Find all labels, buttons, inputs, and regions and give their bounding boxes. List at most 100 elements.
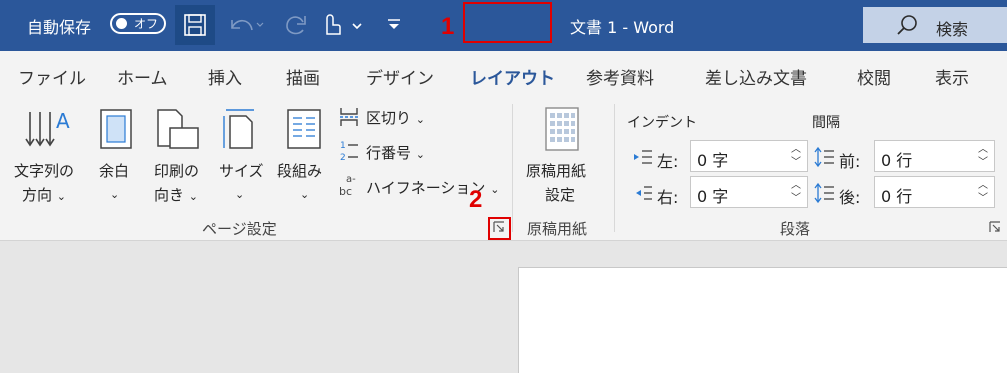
orientation-icon xyxy=(157,109,199,149)
text-direction-button[interactable]: A 文字列の 方向 ⌄ xyxy=(10,104,88,208)
orientation-button[interactable]: 印刷の 向き ⌄ xyxy=(150,104,212,208)
callout-number-1: 1 xyxy=(441,13,455,40)
group-label-genko: 原稿用紙 xyxy=(527,220,588,238)
search-icon xyxy=(897,15,917,35)
tab-layout[interactable]: レイアウト xyxy=(470,64,555,89)
spin-up-icon[interactable]: ︿ xyxy=(978,181,988,191)
group-separator xyxy=(512,104,513,232)
paragraph-dialog-launcher[interactable] xyxy=(988,220,1002,234)
touch-mode-button[interactable] xyxy=(318,8,362,42)
chevron-down-icon: ⌄ xyxy=(415,148,426,161)
tab-draw[interactable]: 描画 xyxy=(286,64,320,89)
margins-button[interactable]: 余白 ⌄ xyxy=(94,104,140,208)
svg-text:a-: a- xyxy=(346,174,356,185)
genko-settings-button[interactable]: 原稿用紙 設定 xyxy=(520,102,604,206)
spin-up-icon[interactable]: ︿ xyxy=(978,145,988,155)
spin-up-icon[interactable]: ︿ xyxy=(791,181,801,191)
highlight-box-layout-tab xyxy=(463,2,552,43)
svg-text:1: 1 xyxy=(340,141,346,151)
breaks-label: 区切り ⌄ xyxy=(366,109,426,127)
indent-left-spinner[interactable]: 0 字 ︿ ﹀ xyxy=(690,140,808,172)
spacing-after-value: 0 行 xyxy=(881,187,913,206)
tab-file[interactable]: ファイル xyxy=(18,64,86,89)
tab-home[interactable]: ホーム xyxy=(117,64,168,89)
chevron-down-icon: ⌄ xyxy=(235,188,245,201)
indent-header: インデント xyxy=(627,115,697,131)
indent-left-value: 0 字 xyxy=(697,151,729,170)
hyphenation-icon: a- bc xyxy=(339,174,356,198)
svg-text:bc: bc xyxy=(339,185,352,198)
text-direction-icon: A xyxy=(25,109,70,147)
spin-down-icon[interactable]: ﹀ xyxy=(791,194,801,204)
spacing-after-spinner[interactable]: 0 行 ︿ ﹀ xyxy=(874,176,995,208)
search-box[interactable]: 検索 xyxy=(863,7,1007,43)
orientation-label-2: 向き ⌄ xyxy=(154,186,199,204)
customize-icon xyxy=(388,19,400,29)
tab-design[interactable]: デザイン xyxy=(366,64,434,89)
spacing-before-icon xyxy=(814,146,834,168)
customize-qat-button[interactable] xyxy=(382,8,416,42)
document-area xyxy=(0,241,1007,373)
manuscript-paper-icon xyxy=(545,107,579,151)
undo-button[interactable] xyxy=(224,8,264,42)
chevron-down-icon: ⌄ xyxy=(415,113,426,126)
size-label: サイズ xyxy=(219,162,264,180)
line-numbers-label: 行番号 ⌄ xyxy=(366,144,426,162)
margins-icon xyxy=(100,109,132,149)
genko-settings-label-2: 設定 xyxy=(545,186,576,204)
svg-text:2: 2 xyxy=(340,153,346,162)
chevron-down-icon: ⌄ xyxy=(110,188,120,201)
indent-right-icon xyxy=(636,186,652,200)
columns-icon xyxy=(287,109,321,149)
dialog-launcher-icon xyxy=(989,221,1000,232)
highlight-box-page-setup-launcher xyxy=(488,217,511,240)
group-label-paragraph: 段落 xyxy=(780,220,811,238)
touch-icon xyxy=(326,14,362,35)
save-button[interactable] xyxy=(175,5,215,45)
line-numbers-icon: 1 2 xyxy=(340,141,358,162)
chevron-down-icon: ⌄ xyxy=(56,190,67,203)
svg-text:A: A xyxy=(56,109,70,133)
indent-right-value: 0 字 xyxy=(697,187,729,206)
redo-button[interactable] xyxy=(281,8,315,42)
breaks-icon xyxy=(340,108,358,126)
toggle-knob xyxy=(116,18,127,29)
text-direction-label-2: 方向 ⌄ xyxy=(22,186,67,204)
spin-up-icon[interactable]: ︿ xyxy=(791,145,801,155)
ribbon-tab-bar: ファイル ホーム 挿入 描画 デザイン レイアウト 参考資料 差し込み文書 校閲… xyxy=(0,51,1007,98)
indent-right-spinner[interactable]: 0 字 ︿ ﹀ xyxy=(690,176,808,208)
indent-left-label: 左: xyxy=(657,152,679,171)
autosave-toggle[interactable]: オフ xyxy=(110,13,166,34)
redo-icon xyxy=(286,16,306,35)
tab-mailings[interactable]: 差し込み文書 xyxy=(705,64,807,89)
columns-button[interactable]: 段組み ⌄ xyxy=(274,104,332,208)
text-direction-label-1: 文字列の xyxy=(14,162,75,180)
spacing-before-spinner[interactable]: 0 行 ︿ ﹀ xyxy=(874,140,995,172)
line-numbers-button[interactable]: 1 2 行番号 ⌄ xyxy=(338,138,448,164)
spacing-after-label: 後: xyxy=(839,188,861,207)
size-icon xyxy=(223,109,254,149)
group-label-page-setup: ページ設定 xyxy=(202,220,277,238)
indent-left-icon xyxy=(634,150,652,164)
document-page[interactable] xyxy=(518,267,1007,373)
chevron-down-icon: ⌄ xyxy=(188,190,199,203)
spin-down-icon[interactable]: ﹀ xyxy=(791,158,801,168)
breaks-button[interactable]: 区切り ⌄ xyxy=(338,104,448,130)
callout-number-2: 2 xyxy=(469,186,483,213)
tab-view[interactable]: 表示 xyxy=(935,64,969,89)
tab-insert[interactable]: 挿入 xyxy=(208,64,242,89)
spacing-header: 間隔 xyxy=(812,115,840,131)
size-button[interactable]: サイズ ⌄ xyxy=(216,104,268,208)
spin-down-icon[interactable]: ﹀ xyxy=(978,194,988,204)
orientation-label-1: 印刷の xyxy=(154,162,200,180)
spin-down-icon[interactable]: ﹀ xyxy=(978,158,988,168)
undo-icon xyxy=(231,19,264,31)
spacing-after-icon xyxy=(814,182,834,204)
chevron-down-icon: ⌄ xyxy=(300,188,310,201)
genko-settings-label-1: 原稿用紙 xyxy=(526,162,587,180)
indent-right-label: 右: xyxy=(657,188,679,207)
margins-label: 余白 xyxy=(99,162,130,180)
tab-review[interactable]: 校閲 xyxy=(857,64,891,89)
group-separator xyxy=(614,104,615,232)
tab-references[interactable]: 参考資料 xyxy=(586,64,654,89)
